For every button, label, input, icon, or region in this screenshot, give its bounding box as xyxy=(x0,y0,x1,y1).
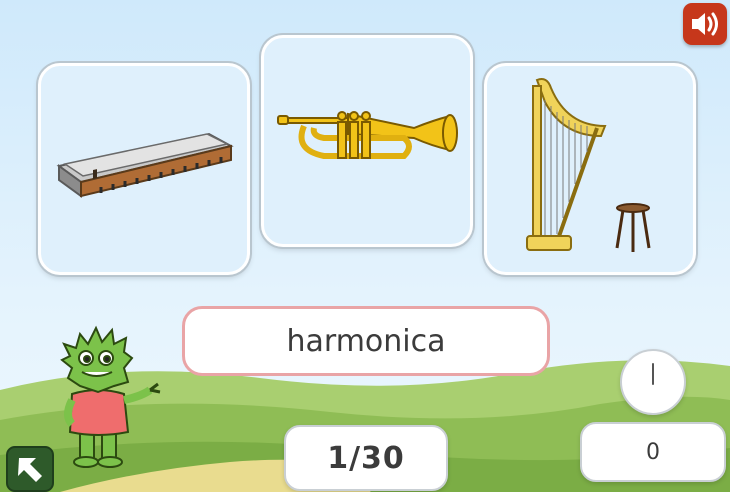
harmonica-icon xyxy=(56,132,234,198)
answer-card-harp[interactable] xyxy=(484,63,696,275)
progress-text: 1/30 xyxy=(327,440,405,476)
back-button[interactable] xyxy=(6,446,54,492)
progress-counter: 1/30 xyxy=(284,425,448,491)
answer-card-harmonica[interactable] xyxy=(38,63,250,275)
arrow-up-left-icon xyxy=(18,458,42,482)
timer-hand xyxy=(652,363,654,385)
speaker-icon xyxy=(692,12,718,36)
harp-icon xyxy=(526,78,651,252)
trumpet-icon xyxy=(277,111,458,159)
answer-card-trumpet[interactable] xyxy=(261,35,473,247)
score-box: 0 xyxy=(580,422,726,482)
score-value: 0 xyxy=(646,439,660,465)
monster-mascot xyxy=(60,325,161,468)
timer-clock xyxy=(620,349,686,415)
sound-button[interactable] xyxy=(683,3,727,45)
target-word-box: harmonica xyxy=(182,306,550,376)
target-word: harmonica xyxy=(286,323,446,359)
game-scene: harmonica 1/30 0 xyxy=(0,0,730,492)
